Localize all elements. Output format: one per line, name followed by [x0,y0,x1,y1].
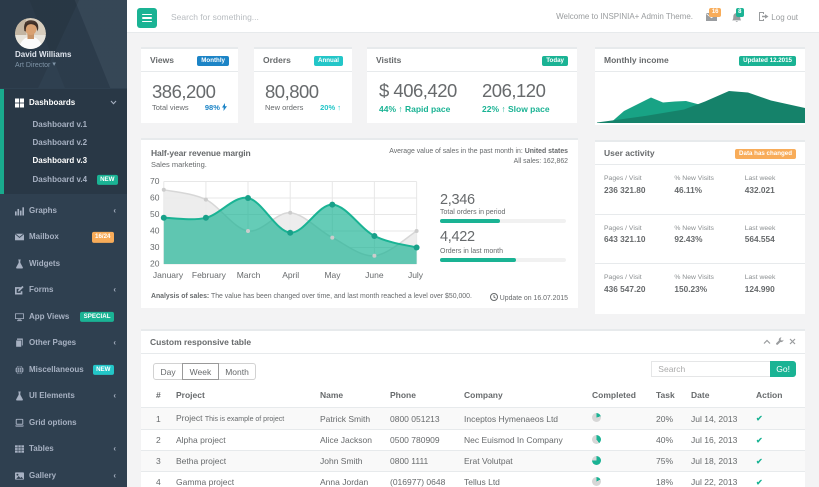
svg-text:February: February [192,270,227,280]
svg-text:70: 70 [150,176,160,186]
svg-text:30: 30 [150,242,160,252]
svg-text:40: 40 [150,226,160,236]
svg-text:60: 60 [150,193,160,203]
svg-text:20: 20 [150,259,160,269]
svg-text:March: March [237,270,261,280]
svg-text:50: 50 [150,209,160,219]
svg-text:July: July [408,270,424,280]
svg-text:June: June [365,270,384,280]
svg-text:May: May [324,270,341,280]
svg-text:January: January [153,270,184,280]
svg-text:April: April [282,270,299,280]
